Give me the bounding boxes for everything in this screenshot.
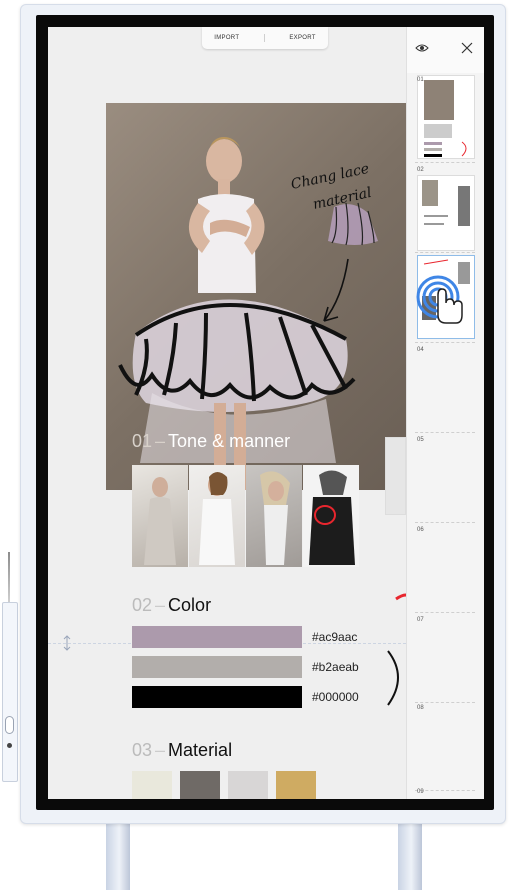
stylus-pen[interactable] xyxy=(2,602,18,782)
flip-display-mockup: IMPORT EXPORT Chang lace material 01 – T… xyxy=(0,0,510,890)
tone-photo-1[interactable] xyxy=(132,465,188,567)
color-hex-1: #ac9aac xyxy=(312,630,358,644)
section-label: Tone & manner xyxy=(168,431,291,451)
page-slot[interactable]: 09 xyxy=(415,787,475,799)
import-export-bar: IMPORT EXPORT xyxy=(202,27,328,49)
eye-icon[interactable] xyxy=(415,41,429,55)
page-thumbnail[interactable] xyxy=(417,75,475,159)
stylus-tip xyxy=(8,552,10,602)
tone-photo-1-illustration xyxy=(144,477,176,565)
material-swatch-4[interactable] xyxy=(276,771,316,799)
stand-leg-left xyxy=(106,822,130,890)
section-number: 01 xyxy=(132,431,153,451)
page-number: 04 xyxy=(417,347,424,353)
page-slot[interactable]: 02 xyxy=(415,165,475,253)
tone-photo-2-illustration xyxy=(199,472,235,565)
import-button[interactable]: IMPORT xyxy=(214,35,239,41)
tone-photo-3[interactable] xyxy=(246,465,302,567)
page-slot[interactable]: 07 xyxy=(415,615,475,703)
stylus-indicator xyxy=(7,743,12,748)
export-button[interactable]: EXPORT xyxy=(289,35,315,41)
section-color-title: 02– Color xyxy=(132,595,212,615)
page-thumbnail-preview xyxy=(422,180,470,226)
page-navigator: 01 02 04 05 06 07 08 09 xyxy=(406,27,484,799)
toolbar-divider xyxy=(263,34,265,42)
page-number: 06 xyxy=(417,527,424,533)
tone-photo-3-illustration xyxy=(260,471,290,565)
page-slot[interactable]: 06 xyxy=(415,525,475,613)
tone-photo-4[interactable] xyxy=(303,465,359,567)
bracket-annotation xyxy=(387,593,408,706)
resize-vertical-icon[interactable] xyxy=(62,635,72,651)
color-swatch-3[interactable] xyxy=(132,686,302,708)
section-label: Material xyxy=(168,740,233,760)
page-slot[interactable]: 08 xyxy=(415,703,475,791)
page-number: 05 xyxy=(417,437,424,443)
material-swatch-2[interactable] xyxy=(180,771,220,799)
color-swatch-1[interactable] xyxy=(132,626,302,648)
color-swatch-2[interactable] xyxy=(132,656,302,678)
section-number: 02 xyxy=(132,595,153,615)
page-number: 01 xyxy=(417,77,424,83)
section-label: Color xyxy=(168,595,212,615)
page-slot[interactable]: 05 xyxy=(415,435,475,523)
page-slot[interactable]: 04 xyxy=(415,345,475,433)
color-hex-2: #b2aeab xyxy=(312,660,359,674)
page-number: 02 xyxy=(417,167,424,173)
section-material-title: 03– Material xyxy=(132,740,233,760)
material-swatch-1[interactable] xyxy=(132,771,172,799)
section-tone-title: 01– Tone & manner xyxy=(132,431,291,451)
page-slot[interactable]: 01 xyxy=(415,75,475,163)
material-swatch-3[interactable] xyxy=(228,771,268,799)
tone-photo-2[interactable] xyxy=(189,465,245,567)
page-thumbnail[interactable] xyxy=(417,175,475,251)
section-number: 03 xyxy=(132,740,153,760)
page-number: 07 xyxy=(417,617,424,623)
tone-photo-4-illustration xyxy=(309,470,355,565)
page-number: 08 xyxy=(417,705,424,711)
color-hex-3: #000000 xyxy=(312,690,359,704)
stylus-button[interactable] xyxy=(5,716,14,734)
page-number: 09 xyxy=(417,789,424,795)
touch-gesture-icon xyxy=(416,275,463,324)
stand-leg-right xyxy=(398,822,422,890)
whiteboard-screen[interactable]: IMPORT EXPORT Chang lace material 01 – T… xyxy=(48,27,484,799)
page-thumbnail-preview xyxy=(424,80,467,157)
cropped-image[interactable] xyxy=(385,437,406,515)
close-icon[interactable] xyxy=(461,42,473,54)
